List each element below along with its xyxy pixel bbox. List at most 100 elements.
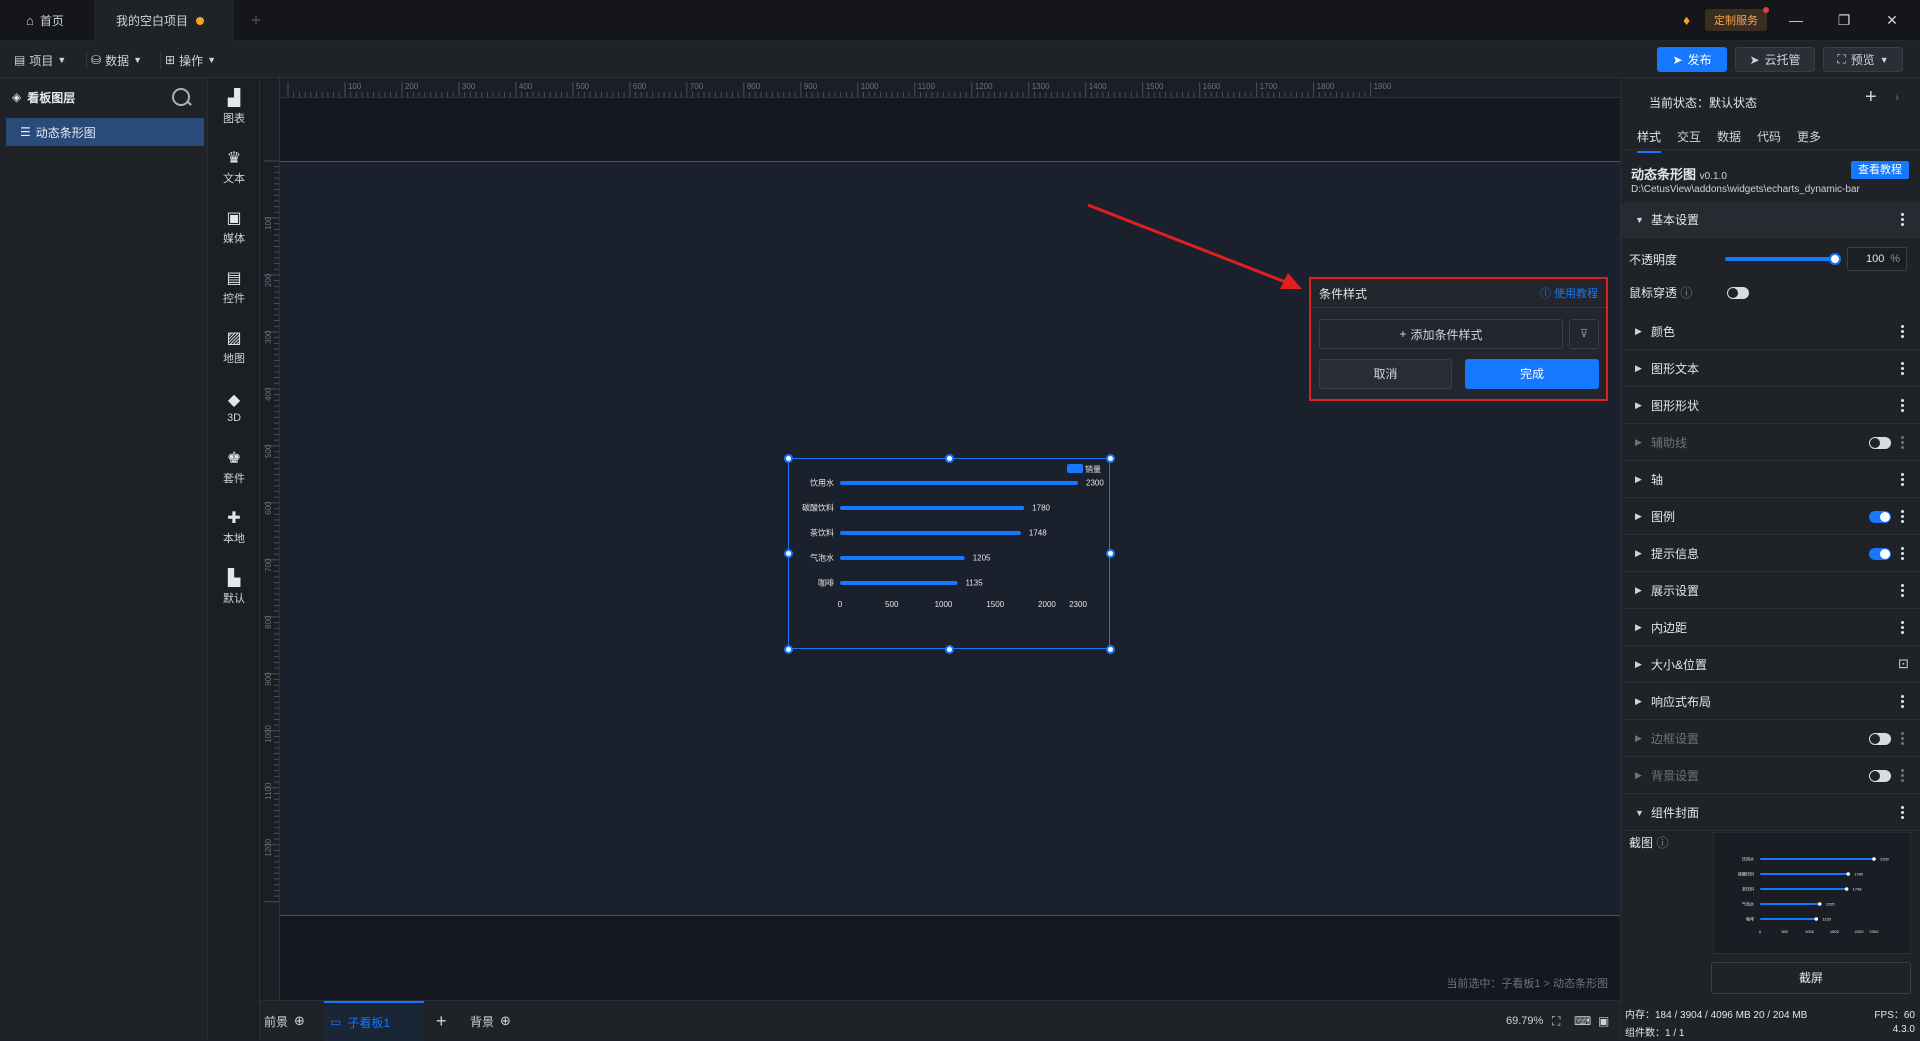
opacity-slider[interactable] [1725, 257, 1837, 261]
mouse-through-toggle[interactable] [1727, 287, 1749, 299]
rail-item-map[interactable]: ▨ 地图 [208, 320, 260, 376]
more-icon[interactable] [1901, 731, 1905, 747]
tab-interaction[interactable]: 交互 [1677, 128, 1701, 145]
section-border[interactable]: ▶ 边框设置 [1621, 721, 1920, 757]
opacity-slider-thumb[interactable] [1829, 253, 1841, 265]
section-background[interactable]: ▶ 背景设置 [1621, 758, 1920, 794]
menu-operate[interactable]: ⊞ 操作 ▼ [160, 49, 216, 71]
tab-data[interactable]: 数据 [1717, 128, 1741, 145]
chevron-right-icon[interactable]: › [1895, 90, 1899, 104]
section-tooltip[interactable]: ▶ 提示信息 [1621, 536, 1920, 572]
more-icon[interactable] [1901, 435, 1905, 451]
menu-project[interactable]: ▤ 项目 ▼ [14, 49, 66, 71]
tab-project[interactable]: 我的空白项目 [94, 0, 234, 41]
more-icon[interactable] [1901, 324, 1905, 340]
add-circle-icon[interactable]: ⊕ [500, 1013, 511, 1029]
done-button[interactable]: 完成 [1465, 359, 1599, 389]
more-icon[interactable] [1901, 768, 1905, 784]
fit-screen-icon[interactable]: ⛶ [1552, 1001, 1560, 1041]
background-toggle[interactable] [1869, 770, 1891, 782]
ruler-label: 200 [264, 273, 273, 287]
rail-item-local[interactable]: ✚ 本地 [208, 500, 260, 556]
tooltip-toggle[interactable] [1869, 548, 1891, 560]
ruler-left[interactable]: 100 200 300 400 500 600 700 800 900 1000 1100 1200 [260, 78, 280, 1000]
rail-item-kit[interactable]: ♚ 套件 [208, 440, 260, 496]
close-button[interactable]: ✕ [1880, 10, 1904, 30]
section-responsive[interactable]: ▶ 响应式布局 [1621, 684, 1920, 720]
resize-handle[interactable] [945, 454, 954, 463]
tab-more[interactable]: 更多 [1797, 128, 1821, 145]
opacity-input[interactable]: 100% [1847, 247, 1907, 271]
section-graphic-shape[interactable]: ▶ 图形形状 [1621, 388, 1920, 424]
rail-item-default[interactable]: ▙ 默认 [208, 560, 260, 616]
rail-item-widget[interactable]: ▤ 控件 [208, 260, 260, 316]
more-icon[interactable] [1901, 472, 1905, 488]
rail-item-text[interactable]: ♛ 文本 [208, 140, 260, 196]
tab-home[interactable]: ⌂ 首页 [0, 0, 94, 41]
tab-background[interactable]: 背景 ⊕ [470, 1001, 511, 1041]
ruler-top[interactable]: 100 200 300 400 500 600 700 800 900 1000 1100 1200 1… [260, 78, 1620, 98]
resize-handle[interactable] [784, 645, 793, 654]
rail-item-media[interactable]: ▣ 媒体 [208, 200, 260, 256]
guide-line-toggle[interactable] [1869, 437, 1891, 449]
section-basic[interactable]: ▼ 基本设置 [1621, 202, 1920, 238]
more-icon[interactable] [1901, 212, 1905, 228]
rail-item-chart[interactable]: ▟ 图表 [208, 80, 260, 136]
more-icon[interactable] [1901, 546, 1905, 562]
resize-handle[interactable] [1106, 549, 1115, 558]
keyboard-icon[interactable]: ⌨ [1574, 1001, 1591, 1041]
publish-button[interactable]: ➤ 发布 [1657, 47, 1727, 72]
section-label: 大小&位置 [1651, 658, 1708, 672]
tutorial-link[interactable]: ⓘ 使用教程 [1540, 285, 1598, 301]
section-guide-line[interactable]: ▶ 辅助线 [1621, 425, 1920, 461]
cancel-button[interactable]: 取消 [1319, 359, 1452, 389]
section-color[interactable]: ▶ 颜色 [1621, 314, 1920, 350]
section-size-position[interactable]: ▶ 大小&位置 ⊡ [1621, 647, 1920, 683]
section-legend[interactable]: ▶ 图例 [1621, 499, 1920, 535]
section-padding[interactable]: ▶ 内边距 [1621, 610, 1920, 646]
view-tutorial-button[interactable]: 查看教程 [1851, 161, 1909, 179]
more-icon[interactable] [1901, 398, 1905, 414]
lock-icon[interactable]: ⊡ [1898, 656, 1909, 672]
add-subboard-button[interactable]: + [436, 1001, 447, 1041]
tab-foreground[interactable]: 前景 ⊕ [264, 1001, 305, 1041]
search-icon[interactable] [172, 88, 190, 106]
tab-subboard[interactable]: ▭ 子看板1 [324, 1001, 424, 1041]
more-icon[interactable] [1901, 509, 1905, 525]
custom-service-button[interactable]: 定制服务 [1705, 7, 1769, 31]
more-icon[interactable] [1901, 361, 1905, 377]
clear-filter-button[interactable]: ⊽ [1569, 319, 1599, 349]
more-icon[interactable] [1901, 583, 1905, 599]
resize-handle[interactable] [784, 454, 793, 463]
rail-item-3d[interactable]: ◆ 3D [208, 380, 260, 436]
legend-toggle[interactable] [1869, 511, 1891, 523]
layer-item[interactable]: ☰ 动态条形图 [6, 118, 204, 146]
more-icon[interactable] [1901, 805, 1905, 821]
tab-code[interactable]: 代码 [1757, 128, 1781, 145]
resize-handle[interactable] [1106, 454, 1115, 463]
section-cover[interactable]: ▼ 组件封面 [1621, 795, 1920, 831]
resize-handle[interactable] [784, 549, 793, 558]
capture-button[interactable]: 截屏 [1711, 962, 1911, 994]
border-toggle[interactable] [1869, 733, 1891, 745]
add-tab-button[interactable]: + [244, 0, 268, 41]
restore-button[interactable]: ❐ [1832, 10, 1856, 30]
tab-style[interactable]: 样式 [1637, 128, 1662, 153]
resize-handle[interactable] [1106, 645, 1115, 654]
section-display[interactable]: ▶ 展示设置 [1621, 573, 1920, 609]
resize-handle[interactable] [945, 645, 954, 654]
add-condition-button[interactable]: + 添加条件样式 [1319, 319, 1563, 349]
add-circle-icon[interactable]: ⊕ [294, 1013, 305, 1029]
menu-data[interactable]: ⛁ 数据 ▼ [86, 49, 142, 71]
zoom-level[interactable]: 69.79% [1506, 1001, 1543, 1041]
dynamic-bar-chart[interactable]: 销量 饮用水 2300 碳酸饮料 1780 茶饮料 1748 气泡水 1205 咖啡 1135 0 50… [788, 458, 1110, 649]
more-icon[interactable] [1901, 620, 1905, 636]
preview-button[interactable]: ⛶ 预览 ▼ [1823, 47, 1903, 72]
cloud-hosting-button[interactable]: ➤ 云托管 [1735, 47, 1815, 72]
minimize-button[interactable]: — [1784, 10, 1808, 30]
add-state-button[interactable]: + [1865, 86, 1877, 109]
section-graphic-text[interactable]: ▶ 图形文本 [1621, 351, 1920, 387]
more-icon[interactable] [1901, 694, 1905, 710]
terminal-icon[interactable]: ▣ [1598, 1001, 1609, 1041]
section-axis[interactable]: ▶ 轴 [1621, 462, 1920, 498]
